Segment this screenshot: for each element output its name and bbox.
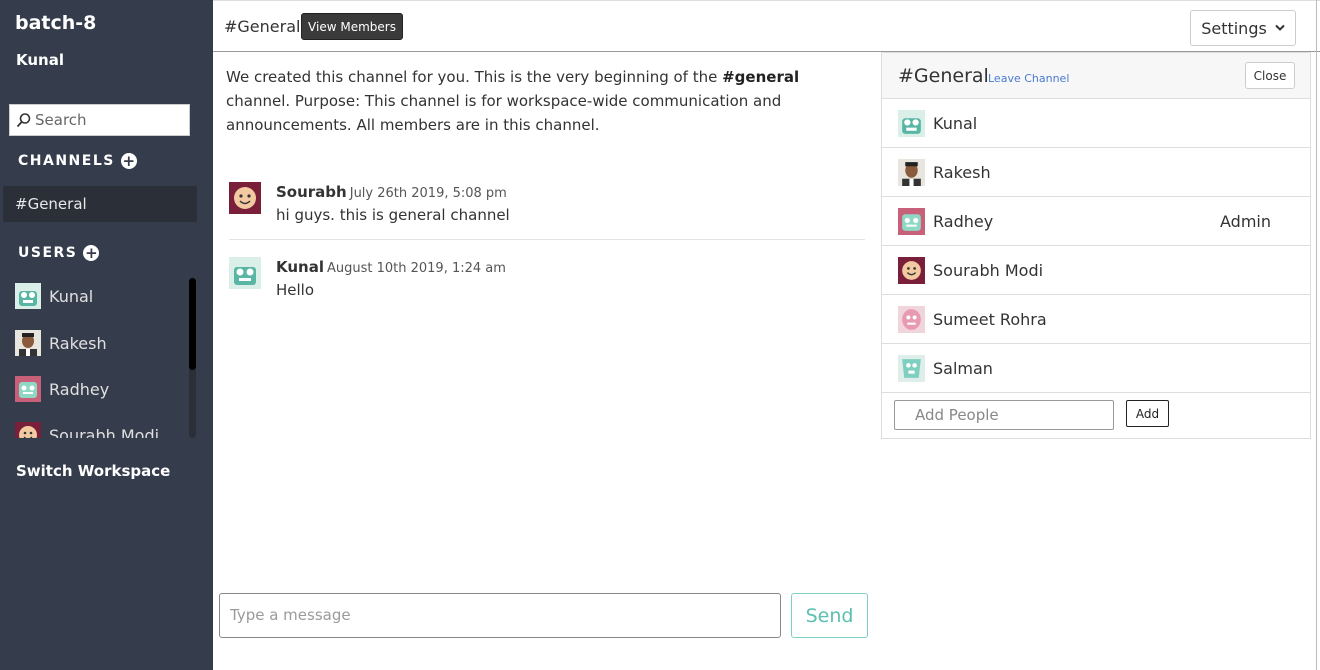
- leave-channel-link[interactable]: Leave Channel: [988, 72, 1069, 85]
- member-name: Salman: [933, 358, 993, 378]
- message-input[interactable]: [219, 593, 781, 638]
- message-author[interactable]: Kunal August 10th 2019, 1:24 am: [276, 258, 506, 276]
- add-member-button[interactable]: Add: [1126, 400, 1169, 427]
- members-panel: #General Leave Channel Close Kunal Rakes…: [881, 52, 1311, 439]
- member-name: Kunal: [933, 113, 978, 133]
- members-panel-title: #General: [898, 65, 989, 87]
- smiley-avatar: [229, 182, 261, 214]
- member-row[interactable]: Kunal: [882, 99, 1310, 148]
- window-edge: [1316, 0, 1317, 670]
- sidebar-user-rakesh[interactable]: Rakesh: [15, 330, 107, 356]
- settings-dropdown[interactable]: Settings: [1190, 10, 1296, 46]
- search-icon: [16, 113, 31, 128]
- smiley-avatar: [15, 422, 41, 438]
- sidebar: batch-8 Kunal CHANNELS + #General USERS …: [0, 0, 213, 670]
- sidebar-user-label: Radhey: [49, 379, 110, 399]
- search-input[interactable]: [35, 111, 185, 129]
- channel-intro: We created this channel for you. This is…: [226, 65, 866, 137]
- robot-green-avatar: [229, 257, 261, 289]
- member-name: Rakesh: [933, 162, 991, 182]
- robot-green-avatar: [15, 283, 41, 309]
- sidebar-user-sourabh[interactable]: Sourabh Modi: [15, 422, 159, 438]
- member-name: Sumeet Rohra: [933, 309, 1047, 329]
- app-root: batch-8 Kunal CHANNELS + #General USERS …: [0, 0, 1320, 670]
- member-name: Sourabh Modi: [933, 260, 1044, 280]
- users-scrollbar-thumb[interactable]: [189, 278, 196, 370]
- add-people-input[interactable]: [894, 400, 1114, 430]
- member-row[interactable]: Sourabh Modi: [882, 246, 1310, 295]
- message-timestamp: July 26th 2019, 5:08 pm: [349, 186, 507, 201]
- users-heading: USERS +: [18, 245, 100, 261]
- sidebar-item-general[interactable]: #General: [3, 186, 197, 222]
- intro-channel-name: #general: [722, 68, 800, 86]
- message-text: hi guys. this is general channel: [276, 206, 510, 224]
- person-photo-avatar: [15, 330, 41, 356]
- chevron-down-icon: [1275, 24, 1285, 31]
- send-button[interactable]: Send: [791, 593, 868, 638]
- settings-label: Settings: [1201, 18, 1267, 38]
- current-user-name: Kunal: [16, 51, 64, 69]
- sidebar-user-label: Kunal: [49, 286, 94, 306]
- teal-face-avatar: [898, 354, 925, 382]
- person-photo-avatar: [898, 158, 925, 186]
- member-row[interactable]: Radhey Admin: [882, 197, 1310, 246]
- message-author[interactable]: Sourabh July 26th 2019, 5:08 pm: [276, 183, 507, 201]
- member-role-badge: Admin: [1220, 211, 1271, 231]
- message-author-name[interactable]: Kunal: [276, 258, 324, 276]
- channel-header: #General View Members Settings: [213, 0, 1320, 52]
- intro-text-start: We created this channel for you. This is…: [226, 68, 723, 86]
- message-timestamp: August 10th 2019, 1:24 am: [326, 261, 506, 276]
- users-heading-label: USERS: [18, 245, 78, 261]
- intro-text-end: channel. Purpose: This channel is for wo…: [226, 92, 782, 134]
- member-name: Radhey: [933, 211, 994, 231]
- member-row[interactable]: Salman: [882, 344, 1310, 393]
- add-user-icon[interactable]: +: [83, 245, 100, 261]
- member-row[interactable]: Rakesh: [882, 148, 1310, 197]
- message-divider: [229, 239, 865, 240]
- sidebar-user-label: Sourabh Modi: [49, 425, 160, 439]
- view-members-button[interactable]: View Members: [301, 13, 403, 40]
- workspace-name[interactable]: batch-8: [15, 12, 96, 34]
- smiley-avatar: [898, 256, 925, 284]
- robot-pink-avatar: [898, 207, 925, 235]
- channels-heading-label: CHANNELS: [18, 153, 115, 169]
- channels-heading: CHANNELS +: [18, 153, 137, 169]
- channel-title: #General: [224, 17, 301, 36]
- member-row[interactable]: Sumeet Rohra: [882, 295, 1310, 344]
- switch-workspace-link[interactable]: Switch Workspace: [16, 462, 170, 480]
- sidebar-user-label: Rakesh: [49, 333, 107, 353]
- pink-face-avatar: [898, 305, 925, 333]
- message-text: Hello: [276, 281, 315, 299]
- close-panel-button[interactable]: Close: [1245, 62, 1295, 89]
- message-author-name[interactable]: Sourabh: [276, 183, 347, 201]
- users-list: Kunal Rakesh Radhey Sourabh Modi: [0, 276, 200, 438]
- sidebar-user-kunal[interactable]: Kunal: [15, 283, 93, 309]
- add-channel-icon[interactable]: +: [120, 153, 137, 169]
- robot-green-avatar: [898, 109, 925, 137]
- robot-pink-avatar: [15, 376, 41, 402]
- members-panel-header: #General Leave Channel Close: [882, 53, 1310, 99]
- sidebar-search[interactable]: [9, 104, 190, 136]
- sidebar-user-radhey[interactable]: Radhey: [15, 376, 109, 402]
